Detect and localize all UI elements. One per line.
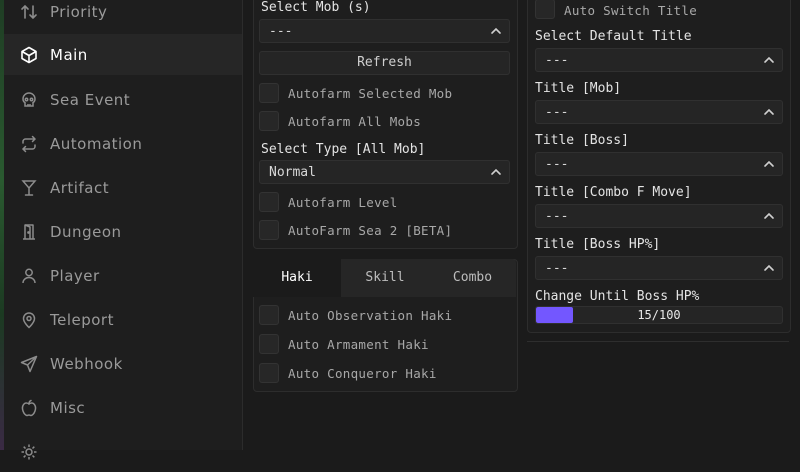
chevron-up-icon bbox=[491, 168, 501, 175]
title-combo-value: --- bbox=[545, 209, 569, 224]
title-boss-hp-value: --- bbox=[545, 261, 569, 276]
title-combo-dropdown[interactable]: --- bbox=[535, 204, 783, 228]
sidebar-item-priority[interactable]: Priority bbox=[4, 0, 242, 32]
default-title-dropdown[interactable]: --- bbox=[535, 48, 783, 72]
default-title-label: Select Default Title bbox=[535, 29, 692, 44]
sidebar-item-label: Artifact bbox=[50, 179, 110, 197]
boss-hp-slider[interactable]: 15/100 bbox=[535, 306, 783, 324]
checkbox[interactable] bbox=[259, 305, 279, 325]
sidebar-item-label: Misc bbox=[50, 399, 86, 417]
cube-icon bbox=[20, 46, 38, 64]
checkbox-label: Auto Armament Haki bbox=[288, 337, 429, 352]
sidebar-item-main[interactable]: Main bbox=[4, 34, 242, 75]
sidebar-item-artifact[interactable]: Artifact bbox=[4, 168, 242, 208]
sidebar-item-dungeon[interactable]: Dungeon bbox=[4, 212, 242, 252]
checkbox-label: Auto Observation Haki bbox=[288, 308, 453, 323]
sidebar-item-sea-event[interactable]: Sea Event bbox=[4, 80, 242, 120]
title-boss-dropdown[interactable]: --- bbox=[535, 152, 783, 176]
select-mob-dropdown[interactable]: --- bbox=[259, 19, 510, 43]
sidebar-item-label: Webhook bbox=[50, 355, 123, 373]
sidebar-item-teleport[interactable]: Teleport bbox=[4, 300, 242, 340]
title-boss-value: --- bbox=[545, 157, 569, 172]
title-boss-hp-label: Title [Boss HP%] bbox=[535, 237, 661, 252]
default-title-value: --- bbox=[545, 53, 569, 68]
title-combo-label: Title [Combo F Move] bbox=[535, 185, 692, 200]
chevron-up-icon bbox=[764, 108, 774, 115]
select-type-dropdown[interactable]: Normal bbox=[259, 160, 510, 184]
sort-arrows-icon bbox=[20, 3, 38, 21]
user-icon bbox=[20, 267, 38, 285]
refresh-button[interactable]: Refresh bbox=[259, 51, 510, 75]
checkbox[interactable] bbox=[259, 363, 279, 383]
chevron-up-icon bbox=[491, 27, 501, 34]
sidebar-item-player[interactable]: Player bbox=[4, 256, 242, 296]
tab-skill[interactable]: Skill bbox=[341, 259, 429, 297]
title-boss-label: Title [Boss] bbox=[535, 133, 629, 148]
sidebar-item-label: Priority bbox=[50, 3, 108, 21]
title-mob-dropdown[interactable]: --- bbox=[535, 100, 783, 124]
sidebar-item-label: Automation bbox=[50, 135, 143, 153]
door-icon bbox=[20, 223, 38, 241]
checkbox[interactable] bbox=[259, 83, 279, 103]
checkbox-label: Autofarm Selected Mob bbox=[288, 86, 453, 101]
sidebar-item-automation[interactable]: Automation bbox=[4, 124, 242, 164]
checkbox-label: Auto Conqueror Haki bbox=[288, 366, 437, 381]
change-until-label: Change Until Boss HP% bbox=[535, 289, 700, 304]
select-type-label: Select Type [All Mob] bbox=[261, 142, 426, 157]
map-pin-icon bbox=[20, 311, 38, 329]
select-mob-value: --- bbox=[269, 24, 293, 39]
checkbox[interactable] bbox=[259, 220, 279, 240]
apple-icon bbox=[20, 399, 38, 417]
skull-icon bbox=[20, 91, 38, 109]
chevron-up-icon bbox=[764, 212, 774, 219]
divider bbox=[527, 341, 789, 342]
sidebar-item-label: Main bbox=[50, 45, 88, 64]
checkbox-label: Auto Switch Title bbox=[564, 3, 698, 18]
checkbox-label: AutoFarm Sea 2 [BETA] bbox=[288, 223, 453, 238]
checkbox[interactable] bbox=[259, 334, 279, 354]
select-mob-label: Select Mob (s) bbox=[261, 0, 371, 15]
chevron-up-icon bbox=[764, 264, 774, 271]
haki-tabs: Haki Skill Combo bbox=[253, 259, 516, 297]
select-type-value: Normal bbox=[269, 165, 316, 180]
sidebar: Priority Main Sea Event Automation Artif… bbox=[4, 0, 243, 460]
sidebar-item-misc[interactable]: Misc bbox=[4, 388, 242, 428]
chevron-up-icon bbox=[764, 160, 774, 167]
sidebar-item-label: Teleport bbox=[50, 311, 114, 329]
title-boss-hp-dropdown[interactable]: --- bbox=[535, 256, 783, 280]
goblet-icon bbox=[20, 179, 38, 197]
sidebar-item-label: Sea Event bbox=[50, 91, 131, 109]
tab-haki[interactable]: Haki bbox=[253, 259, 341, 297]
tab-combo[interactable]: Combo bbox=[429, 259, 516, 297]
sidebar-item-webhook[interactable]: Webhook bbox=[4, 344, 242, 384]
title-mob-label: Title [Mob] bbox=[535, 81, 622, 96]
checkbox-label: Autofarm Level bbox=[288, 195, 398, 210]
repeat-icon bbox=[20, 135, 38, 153]
gear-icon bbox=[20, 443, 38, 461]
sidebar-item-partial bbox=[4, 432, 242, 472]
send-icon bbox=[20, 355, 38, 373]
checkbox[interactable] bbox=[535, 0, 555, 19]
sidebar-item-label: Dungeon bbox=[50, 223, 122, 241]
checkbox-label: Autofarm All Mobs bbox=[288, 114, 422, 129]
checkbox[interactable] bbox=[259, 192, 279, 212]
title-mob-value: --- bbox=[545, 105, 569, 120]
sidebar-item-label: Player bbox=[50, 267, 100, 285]
checkbox[interactable] bbox=[259, 111, 279, 131]
slider-value: 15/100 bbox=[637, 308, 681, 322]
chevron-up-icon bbox=[764, 56, 774, 63]
